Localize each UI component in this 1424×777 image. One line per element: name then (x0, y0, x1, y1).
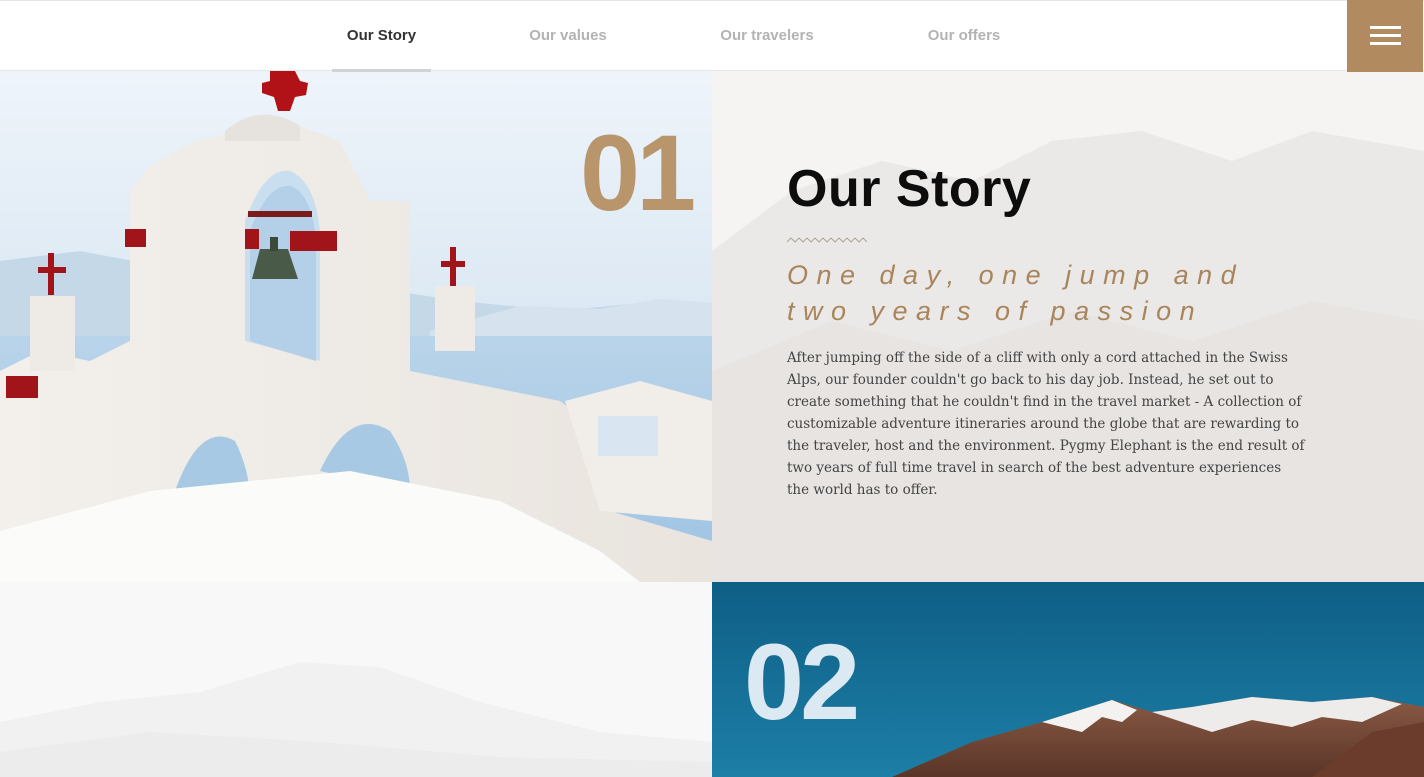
section-number-01: 01 (580, 112, 696, 233)
hamburger-menu-icon (1370, 26, 1401, 29)
tab-our-story[interactable]: Our Story (332, 1, 431, 71)
tab-our-offers[interactable]: Our offers (912, 1, 1016, 71)
page: Our Story Our values Our travelers Our o… (0, 0, 1424, 777)
hamburger-menu-icon-bar (1370, 42, 1401, 45)
top-navigation: Our Story Our values Our travelers Our o… (0, 0, 1424, 72)
tab-our-travelers[interactable]: Our travelers (705, 1, 829, 71)
story-title: Our Story (787, 160, 1032, 218)
story-subtitle: One day, one jump and two years of passi… (787, 260, 1245, 326)
bell-tower-photo: 01 (0, 71, 712, 582)
mountain-photo: 02 (712, 582, 1424, 777)
snow-background (0, 582, 712, 777)
faded-snow-illustration (0, 582, 712, 777)
menu-button[interactable] (1347, 0, 1423, 72)
squiggle-divider-icon (787, 237, 867, 243)
hamburger-menu-icon-bar (1370, 34, 1401, 37)
story-body-text: After jumping off the side of a cliff wi… (787, 350, 1305, 498)
active-tab-indicator (332, 69, 431, 72)
section-number-02: 02 (744, 621, 860, 742)
our-story-section: Our Story One day, one jump and two year… (712, 71, 1424, 582)
tab-our-values[interactable]: Our values (513, 1, 623, 71)
